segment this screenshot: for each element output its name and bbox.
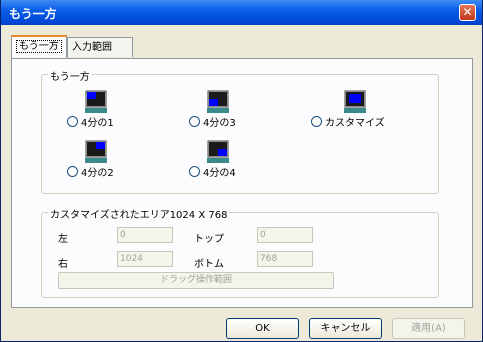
- bottom-label: ボトム: [194, 259, 224, 270]
- radio-button[interactable]: [67, 166, 78, 177]
- option-label: カスタマイズ: [325, 118, 385, 129]
- drag-range-button[interactable]: ドラッグ操作範囲: [58, 272, 334, 289]
- window-title: もう一方: [9, 7, 57, 21]
- radio-button[interactable]: [311, 116, 322, 127]
- top-label: トップ: [194, 234, 224, 245]
- option-label: 4分の4: [203, 168, 236, 179]
- radio-button[interactable]: [189, 116, 200, 127]
- screen-region-group: もう一方 4分の1 4分の3 カスタマイズ 4分の2 4分の4: [41, 68, 439, 194]
- cancel-button[interactable]: キャンセル: [309, 318, 382, 339]
- left-field[interactable]: 0: [117, 227, 173, 243]
- monitor-quarter-4-icon: [207, 140, 229, 163]
- monitor-quarter-2-icon: [85, 140, 107, 163]
- close-button[interactable]: ✕: [459, 4, 476, 21]
- tab-input-range[interactable]: 入力範囲: [67, 37, 133, 57]
- monitor-quarter-3-icon: [207, 90, 229, 113]
- right-label: 右: [58, 259, 68, 270]
- option-label: 4分の1: [81, 118, 114, 129]
- group-title: カスタマイズされたエリア1024 X 768: [48, 206, 230, 221]
- tab-panel: もう一方 4分の1 4分の3 カスタマイズ 4分の2 4分の4 カスタマイズされ…: [11, 58, 473, 308]
- tab-label: もう一方: [16, 40, 62, 53]
- dialog-window: もう一方 ✕ もう一方 入力範囲 もう一方 4分の1 4分の3 カスタマイズ 4…: [0, 0, 483, 342]
- radio-button[interactable]: [189, 166, 200, 177]
- tab-label: 入力範囲: [72, 42, 112, 53]
- radio-button[interactable]: [67, 116, 78, 127]
- left-label: 左: [58, 234, 68, 245]
- group-title: もう一方: [48, 68, 92, 83]
- ok-button[interactable]: OK: [226, 318, 299, 339]
- option-label: 4分の3: [203, 118, 236, 129]
- tab-other-screen[interactable]: もう一方: [11, 35, 67, 58]
- monitor-quarter-1-icon: [85, 90, 107, 113]
- bottom-field[interactable]: 768: [257, 251, 313, 267]
- right-field[interactable]: 1024: [117, 251, 173, 267]
- title-bar[interactable]: もう一方 ✕: [1, 0, 482, 25]
- monitor-custom-icon: [344, 90, 366, 113]
- option-label: 4分の2: [81, 168, 114, 179]
- top-field[interactable]: 0: [257, 227, 313, 243]
- apply-button[interactable]: 適用(A): [392, 318, 465, 339]
- close-icon: ✕: [462, 5, 473, 19]
